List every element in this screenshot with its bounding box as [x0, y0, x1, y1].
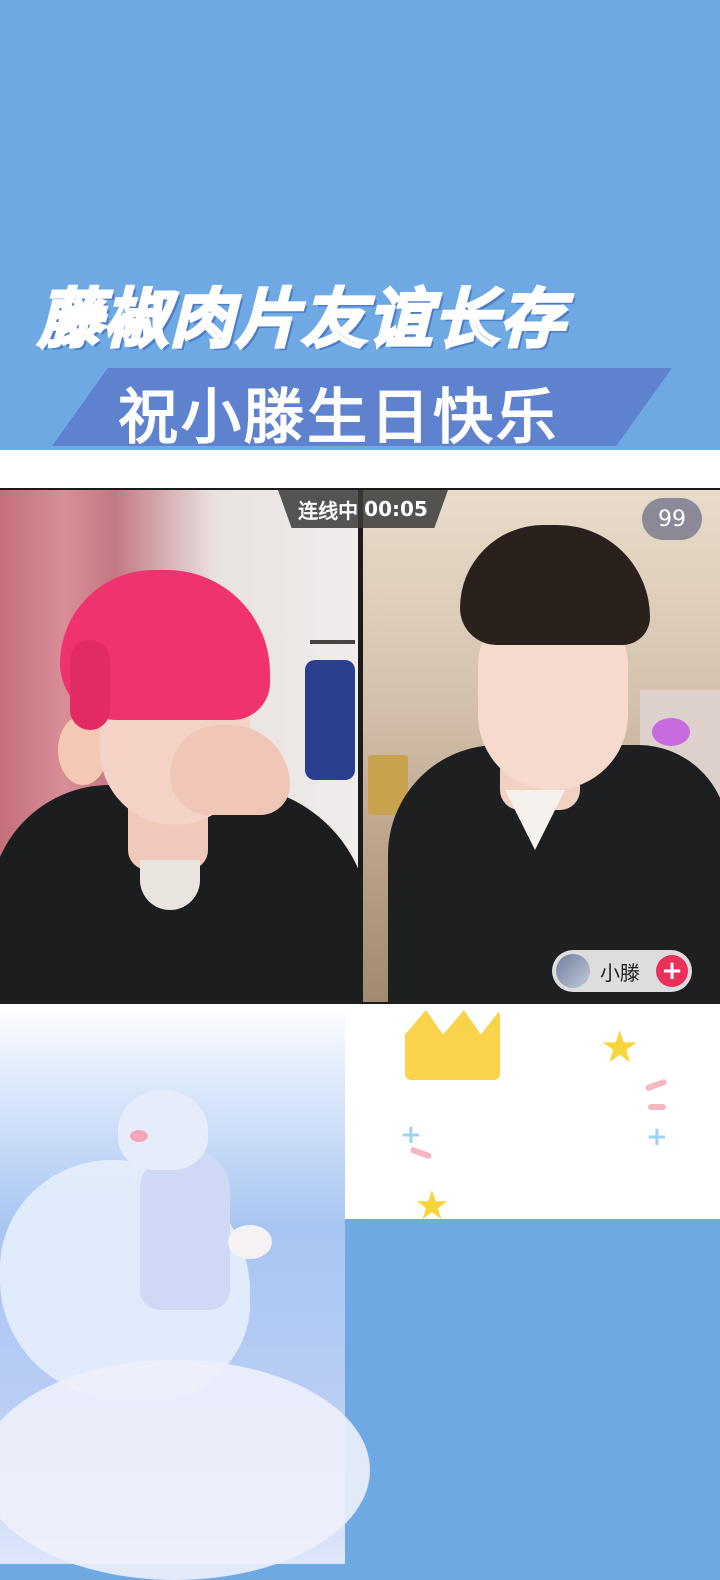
illustration-bag	[228, 1225, 272, 1259]
illustration-girl	[140, 1150, 230, 1310]
sparkle-dash-icon	[648, 1104, 666, 1110]
divider-band	[0, 450, 720, 488]
sparkle-plus-icon: +	[646, 1122, 668, 1152]
follow-button[interactable]: +	[656, 955, 688, 987]
star-icon: ★	[414, 1183, 450, 1229]
connection-timer: 00:05	[364, 497, 428, 521]
sticker-char-2: 星	[504, 1095, 584, 1188]
viewer-count-badge[interactable]: 99	[642, 498, 702, 540]
purple-effect-icon	[652, 718, 690, 746]
connection-status-label: 连线中	[298, 498, 359, 523]
sticker-char-1: 寿	[428, 1095, 508, 1188]
host-name-pill[interactable]: 小滕 +	[552, 950, 692, 992]
hanging-jacket	[305, 660, 355, 780]
clothes-rack	[310, 640, 355, 644]
banner-subtitle: 祝小滕生日快乐	[118, 383, 559, 453]
banner-title: 藤椒肉片友谊长存	[37, 282, 566, 359]
sparkle-plus-icon: +	[400, 1120, 422, 1150]
sticker-text: 寿星	[428, 1080, 584, 1190]
left-person-hair-side	[70, 640, 110, 730]
illustration-girl-head	[118, 1090, 208, 1170]
host-name: 小滕	[600, 960, 640, 985]
illustration-cheek	[130, 1130, 148, 1142]
connection-status-badge: 连线中 00:05	[278, 490, 448, 528]
avatar[interactable]	[556, 954, 590, 988]
star-icon: ★	[600, 1022, 640, 1073]
